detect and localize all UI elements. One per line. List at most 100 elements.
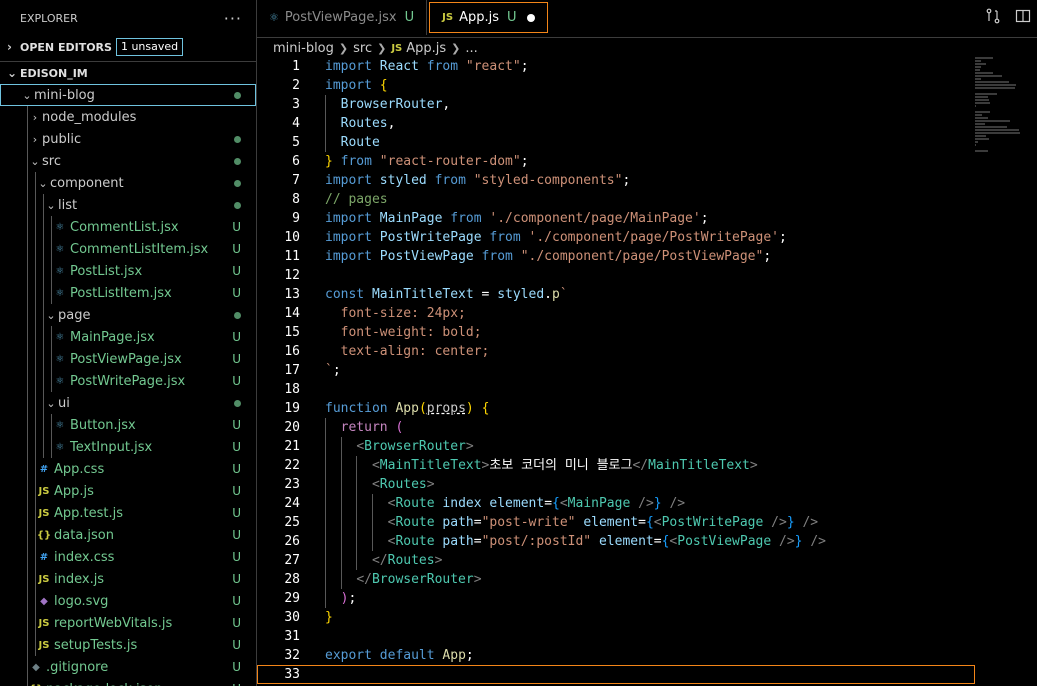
file-item[interactable]: ⚛ CommentListItem.jsx U — [0, 238, 256, 260]
tab-postviewpage[interactable]: ⚛ PostViewPage.jsx U — [257, 0, 428, 35]
git-modified-dot-icon — [234, 304, 241, 326]
react-icon: ⚛ — [55, 375, 65, 387]
git-status: U — [232, 550, 241, 564]
more-actions-icon[interactable]: ··· — [224, 9, 242, 28]
file-item[interactable]: JS reportWebVitals.js U — [0, 612, 256, 634]
file-item[interactable]: ⚛ MainPage.jsx U — [0, 326, 256, 348]
css-icon: # — [39, 551, 49, 563]
minimap-line — [975, 69, 980, 71]
code-line[interactable]: 27 </Routes> — [257, 551, 975, 570]
line-number: 20 — [284, 420, 300, 435]
minimap[interactable] — [975, 57, 1037, 686]
chevron-down-icon: ⌄ — [7, 66, 18, 80]
code-line[interactable]: 26 <Route path="post/:postId" element={<… — [257, 532, 975, 551]
folder-item[interactable]: › public — [0, 128, 256, 150]
code-line[interactable]: 1 import React from "react"; — [257, 57, 975, 76]
code-line[interactable]: 21 <BrowserRouter> — [257, 437, 975, 456]
breadcrumb-item[interactable]: ... — [465, 41, 477, 56]
code-line[interactable]: 4 Routes, — [257, 114, 975, 133]
react-icon: ⚛ — [55, 265, 65, 277]
code-text: <Routes> — [371, 477, 435, 492]
breadcrumb-item[interactable]: mini-blog — [273, 41, 334, 56]
open-editors-section[interactable]: › OPEN EDITORS 1 unsaved — [0, 36, 256, 58]
code-line[interactable]: 11 import PostViewPage from "./component/… — [257, 247, 975, 266]
tree-item-label: logo.svg — [54, 593, 109, 609]
tree-item-label: package-lock.json — [46, 682, 163, 686]
code-line[interactable]: 18 — [257, 380, 975, 399]
file-item[interactable]: JS App.js U — [0, 480, 256, 502]
code-line[interactable]: 28 </BrowserRouter> — [257, 570, 975, 589]
code-line[interactable]: 19 function App(props) { — [257, 399, 975, 418]
code-text: </BrowserRouter> — [356, 572, 482, 587]
file-item[interactable]: ⚛ Button.jsx U — [0, 414, 256, 436]
code-line[interactable]: 24 <Route index element={<MainPage />} /… — [257, 494, 975, 513]
file-item[interactable]: JS App.test.js U — [0, 502, 256, 524]
tree-item-label: Button.jsx — [70, 417, 136, 433]
code-line[interactable]: 25 <Route path="post-write" element={<Po… — [257, 513, 975, 532]
file-item[interactable]: # App.css U — [0, 458, 256, 480]
file-item[interactable]: ⚛ PostWritePage.jsx U — [0, 370, 256, 392]
code-line[interactable]: 2 import { — [257, 76, 975, 95]
file-item[interactable]: ⚛ PostListItem.jsx U — [0, 282, 256, 304]
code-line[interactable]: 22 <MainTitleText>초보 코더의 미니 블로그</MainTit… — [257, 456, 975, 475]
code-line[interactable]: 3 BrowserRouter, — [257, 95, 975, 114]
code-line[interactable]: 7 import styled from "styled-components"; — [257, 171, 975, 190]
file-item[interactable]: JS setupTests.js U — [0, 634, 256, 656]
line-number: 31 — [284, 629, 300, 644]
code-line[interactable]: 6} from "react-router-dom"; — [257, 152, 975, 171]
code-editor[interactable]: 1 import React from "react"; 2 import {3 Br… — [257, 57, 975, 686]
js-icon: JS — [442, 12, 454, 23]
folder-item[interactable]: ⌄ ui — [0, 392, 256, 414]
code-line[interactable]: 12 — [257, 266, 975, 285]
folder-item[interactable]: ⌄ component — [0, 172, 256, 194]
unsaved-dot-icon[interactable] — [526, 13, 535, 22]
code-line[interactable]: 23 <Routes> — [257, 475, 975, 494]
source-control-compare-icon[interactable] — [985, 8, 1001, 28]
file-tree: ⌄ mini-blog › node_modules › public ⌄ src ⌄ compo… — [0, 84, 256, 686]
css-icon: # — [39, 463, 49, 475]
file-item[interactable]: {} data.json U — [0, 524, 256, 546]
file-item[interactable]: # index.css U — [0, 546, 256, 568]
folder-item[interactable]: ⌄ list — [0, 194, 256, 216]
code-line[interactable]: 33 — [257, 665, 975, 684]
folder-item[interactable]: ⌄ mini-blog — [0, 84, 256, 106]
tree-item-label: CommentListItem.jsx — [70, 241, 209, 257]
code-line[interactable]: 15 font-weight: bold; — [257, 323, 975, 342]
file-item[interactable]: ⚛ PostViewPage.jsx U — [0, 348, 256, 370]
code-line[interactable]: 30} — [257, 608, 975, 627]
split-editor-icon[interactable] — [1015, 8, 1031, 28]
workspace-section[interactable]: ⌄ EDISON_IM — [0, 62, 256, 84]
code-line[interactable]: 16 text-align: center; — [257, 342, 975, 361]
breadcrumb-item[interactable]: App.js — [406, 41, 446, 56]
code-line[interactable]: 31 — [257, 627, 975, 646]
folder-item[interactable]: ⌄ page — [0, 304, 256, 326]
code-line[interactable]: 8 // pages — [257, 190, 975, 209]
code-line[interactable]: 9 import MainPage from './component/page/… — [257, 209, 975, 228]
line-number: 27 — [284, 553, 300, 568]
minimap-line — [975, 135, 986, 137]
file-item[interactable]: ⚛ PostList.jsx U — [0, 260, 256, 282]
file-item[interactable]: ⚛ TextInput.jsx U — [0, 436, 256, 458]
code-line[interactable]: 17 `; — [257, 361, 975, 380]
code-line[interactable]: 29 ); — [257, 589, 975, 608]
code-text: } — [325, 610, 333, 625]
tab-app-js[interactable]: JS App.js U — [429, 2, 548, 33]
code-line[interactable]: 20 return ( — [257, 418, 975, 437]
folder-item[interactable]: › node_modules — [0, 106, 256, 128]
code-line[interactable]: 14 font-size: 24px; — [257, 304, 975, 323]
file-item[interactable]: ◆ .gitignore U — [0, 656, 256, 678]
code-line[interactable]: 5 Route — [257, 133, 975, 152]
code-line[interactable]: 13 const MainTitleText = styled.p` — [257, 285, 975, 304]
git-status: U — [232, 418, 241, 432]
code-line[interactable]: 10 import PostWritePage from './component… — [257, 228, 975, 247]
code-text: BrowserRouter, — [340, 97, 451, 112]
file-item[interactable]: ⚛ CommentList.jsx U — [0, 216, 256, 238]
minimap-line — [975, 63, 987, 65]
code-line[interactable]: 32 export default App; — [257, 646, 975, 665]
code-text: <MainTitleText>초보 코더의 미니 블로그</MainTitleT… — [371, 458, 758, 473]
folder-item[interactable]: ⌄ src — [0, 150, 256, 172]
file-item[interactable]: {}package-lock.jsonU — [0, 678, 256, 686]
file-item[interactable]: ◆ logo.svg U — [0, 590, 256, 612]
breadcrumb-item[interactable]: src — [353, 41, 372, 56]
file-item[interactable]: JS index.js U — [0, 568, 256, 590]
